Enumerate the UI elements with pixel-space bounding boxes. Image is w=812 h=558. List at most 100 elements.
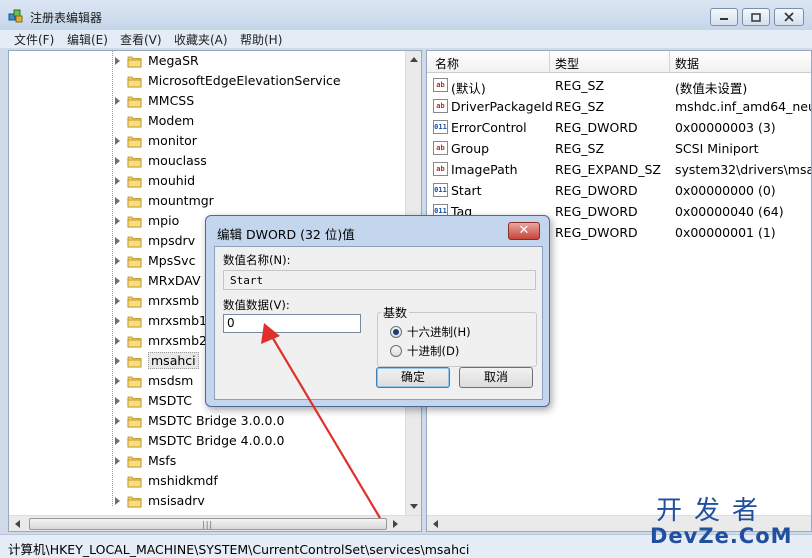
edit-dword-dialog: 编辑 DWORD (32 位)值 ✕ 数值名称(N): Start 数值数据(V… [205,215,550,407]
tree-item[interactable]: MSDTC Bridge 4.0.0.0 [9,431,405,451]
folder-icon [127,436,142,448]
expand-arrow-icon[interactable] [115,157,120,165]
list-header: 名称 类型 数据 [427,51,811,73]
minimize-button[interactable] [710,8,738,26]
dialog-title: 编辑 DWORD (32 位)值 [217,227,355,242]
value-row[interactable]: ab DriverPackageId REG_SZ mshdc.inf_amd64_n… [427,96,812,117]
value-row[interactable]: ab Group REG_SZ SCSI Miniport [427,138,811,159]
menu-bar: 文件(F) 编辑(E) 查看(V) 收藏夹(A) 帮助(H) [0,30,812,48]
expand-arrow-icon[interactable] [115,97,120,105]
folder-icon [127,296,142,308]
expand-arrow-icon[interactable] [115,257,120,265]
scroll-left-icon[interactable] [15,520,20,528]
expand-arrow-icon[interactable] [115,57,120,65]
expand-arrow-icon[interactable] [115,197,120,205]
tree-item-label: mouclass [148,153,207,168]
close-button[interactable] [774,8,804,26]
expand-arrow-icon[interactable] [115,297,120,305]
base-groupbox: 基数 十六进制(H) 十进制(D) [377,304,537,367]
folder-icon [127,396,142,408]
expand-arrow-icon[interactable] [115,397,120,405]
expand-arrow-icon[interactable] [115,497,120,505]
menu-edit[interactable]: 编辑(E) [67,31,108,48]
value-row[interactable]: 011 ErrorControl REG_DWORD 0x00000003 (3) [427,117,811,138]
list-horizontal-scrollbar[interactable] [427,515,811,531]
value-data-cell: (数值未设置) [675,81,748,96]
expand-arrow-icon[interactable] [115,137,120,145]
close-icon [784,12,794,22]
tree-item-label: MSDTC [148,393,192,408]
value-name-cell: ErrorControl [451,120,527,135]
value-name-label: 数值名称(N): [223,253,291,267]
tree-item[interactable]: Msfs [9,451,405,471]
expand-arrow-icon[interactable] [115,177,120,185]
value-row[interactable]: 011 Start REG_DWORD 0x00000000 (0) [427,180,811,201]
expand-arrow-icon[interactable] [115,437,120,445]
dialog-close-button[interactable]: ✕ [508,222,540,240]
radio-hex-label[interactable]: 十六进制(H) [407,324,471,340]
radio-decimal-label[interactable]: 十进制(D) [407,343,459,359]
tree-item[interactable]: MicrosoftEdgeElevationService [9,71,405,91]
expand-arrow-icon[interactable] [115,337,120,345]
scroll-thumb[interactable]: ||| [29,518,387,530]
value-data-cell: 0x00000001 (1) [675,225,776,240]
scroll-up-icon[interactable] [410,57,418,62]
tree-item-label: msdsm [148,373,194,388]
column-divider[interactable] [549,51,550,73]
expand-arrow-icon[interactable] [115,217,120,225]
folder-icon [127,156,142,168]
radio-decimal[interactable] [390,345,402,357]
expand-arrow-icon[interactable] [115,377,120,385]
expand-arrow-icon[interactable] [115,357,120,365]
folder-icon [127,196,142,208]
column-header-type[interactable]: 类型 [555,55,579,72]
tree-item[interactable]: mountmgr [9,191,405,211]
tree-horizontal-scrollbar[interactable]: ||| [9,515,421,531]
expand-arrow-icon[interactable] [115,277,120,285]
tree-item-label: mrxsmb [148,293,200,308]
tree-item[interactable]: Modem [9,111,405,131]
menu-view[interactable]: 查看(V) [120,31,162,48]
tree-item-label: mshidkmdf [148,473,218,488]
value-row[interactable]: ab ImagePath REG_EXPAND_SZ system32\drivers… [427,159,811,180]
cancel-button[interactable]: 取消 [459,367,533,388]
column-header-name[interactable]: 名称 [435,55,459,72]
expand-arrow-icon[interactable] [115,237,120,245]
menu-file[interactable]: 文件(F) [14,31,54,48]
tree-item[interactable]: mouhid [9,171,405,191]
tree-item[interactable]: MSDTC Bridge 3.0.0.0 [9,411,405,431]
column-divider[interactable] [669,51,670,73]
grip-icon: ||| [202,520,214,529]
title-bar: 注册表编辑器 [0,0,812,30]
tree-item[interactable]: msisadrv [9,491,405,511]
maximize-icon [751,12,761,22]
expand-arrow-icon[interactable] [115,317,120,325]
folder-icon [127,56,142,68]
scroll-down-icon[interactable] [410,504,418,509]
column-header-data[interactable]: 数据 [675,55,699,72]
tree-item[interactable]: MegaSR [9,51,405,71]
value-row[interactable]: ab (默认) REG_SZ (数值未设置) [427,75,811,96]
radio-hex[interactable] [390,326,402,338]
value-data-input[interactable]: 0 [223,314,361,333]
folder-icon [127,176,142,188]
scroll-right-icon[interactable] [393,520,398,528]
tree-item[interactable]: mouclass [9,151,405,171]
value-type-cell: REG_DWORD [555,225,638,240]
tree-item[interactable]: MMCSS [9,91,405,111]
scroll-left-icon[interactable] [433,520,438,528]
menu-help[interactable]: 帮助(H) [240,31,282,48]
value-data-cell: mshdc.inf_amd64_neutr [675,99,812,114]
maximize-button[interactable] [742,8,770,26]
tree-item[interactable]: monitor [9,131,405,151]
folder-icon [127,116,142,128]
folder-icon [127,136,142,148]
expand-arrow-icon[interactable] [115,457,120,465]
ok-button[interactable]: 确定 [376,367,450,388]
tree-item[interactable]: mshidkmdf [9,471,405,491]
menu-favorites[interactable]: 收藏夹(A) [174,31,228,48]
expand-arrow-icon[interactable] [115,417,120,425]
dialog-body: 数值名称(N): Start 数值数据(V): 0 基数 十六进制(H) 十进制… [214,246,543,400]
string-value-icon: ab [433,99,448,113]
value-name-cell: Group [451,141,490,156]
